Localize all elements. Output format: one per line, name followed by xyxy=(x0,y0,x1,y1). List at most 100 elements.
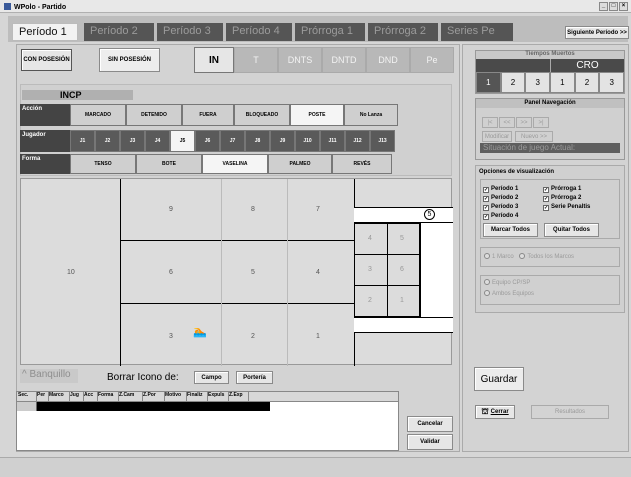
player-j13[interactable]: J13 xyxy=(370,130,395,152)
chk-serie-penaltis[interactable]: ✓ Serie Penaltis xyxy=(543,204,590,211)
accion-poste[interactable]: POSTE xyxy=(290,104,344,126)
chk-periodo-3[interactable]: ✓ Período 3 xyxy=(483,204,518,211)
player-j7[interactable]: J7 xyxy=(220,130,245,152)
goal-zone-2[interactable]: 2 xyxy=(368,297,372,304)
cerrar-button[interactable]: ⛫ Cerrar xyxy=(475,405,515,419)
con-posesion-button[interactable]: CON POSESIÓN xyxy=(21,49,72,71)
zone-9[interactable]: 9 xyxy=(169,206,173,213)
accion-no-lanza[interactable]: No Lanza xyxy=(344,104,398,126)
mode-in-button[interactable]: IN xyxy=(194,47,234,73)
chk-periodo-1[interactable]: ✓ Período 1 xyxy=(483,186,518,193)
col-sec[interactable]: Sec. xyxy=(17,392,37,401)
mode-dnd-button[interactable]: DND xyxy=(366,47,410,73)
nav-prev-button[interactable]: << xyxy=(499,117,515,128)
banquillo-toggle[interactable]: ^ Banquillo xyxy=(20,369,78,383)
player-j10[interactable]: J10 xyxy=(295,130,320,152)
goal-zone-6[interactable]: 6 xyxy=(400,266,404,273)
col-finaliz[interactable]: Finaliz xyxy=(187,392,208,401)
zone-6[interactable]: 6 xyxy=(169,269,173,276)
events-table[interactable]: Sec. Per Marco Jug Acc Forma Z.Cam Z.Por… xyxy=(16,391,399,451)
col-per[interactable]: Per xyxy=(37,392,49,401)
forma-bote[interactable]: BOTE xyxy=(136,154,202,174)
goal-zone-5[interactable]: 5 xyxy=(400,235,404,242)
col-forma[interactable]: Forma xyxy=(98,392,119,401)
radio-equipo[interactable]: Equipo CP/SP xyxy=(492,280,530,286)
tab-period-2[interactable]: Período 2 xyxy=(84,23,154,41)
zone-5[interactable]: 5 xyxy=(251,269,255,276)
goal-zone-1[interactable]: 1 xyxy=(400,297,404,304)
goal-zone-3[interactable]: 3 xyxy=(368,266,372,273)
quitar-todos-button[interactable]: Quitar Todos xyxy=(544,223,599,237)
timeout-left-3[interactable]: 3 xyxy=(525,72,551,93)
zone-2[interactable]: 2 xyxy=(251,333,255,340)
zone-4[interactable]: 4 xyxy=(316,269,320,276)
maximize-button[interactable]: □ xyxy=(609,2,618,11)
resultados-button[interactable]: Resultados xyxy=(531,405,609,419)
player-j11[interactable]: J11 xyxy=(320,130,345,152)
mode-dnts-button[interactable]: DNTS xyxy=(278,47,322,73)
modificar-button[interactable]: Modificar xyxy=(482,131,512,142)
col-zpor[interactable]: Z.Por xyxy=(143,392,165,401)
tab-period-4[interactable]: Período 4 xyxy=(226,23,292,41)
nav-next-button[interactable]: >> xyxy=(516,117,532,128)
borrar-campo-button[interactable]: Campo xyxy=(194,371,229,384)
minimize-button[interactable]: _ xyxy=(599,2,608,11)
radio-ambos[interactable]: Ambos Equipos xyxy=(492,291,534,297)
forma-tenso[interactable]: TENSO xyxy=(70,154,136,174)
accion-marcado[interactable]: MARCADO xyxy=(70,104,126,126)
nav-last-button[interactable]: >| xyxy=(533,117,549,128)
borrar-porteria-button[interactable]: Portería xyxy=(236,371,273,384)
marcar-todos-button[interactable]: Marcar Todos xyxy=(483,223,538,237)
radio-todos-marcos[interactable]: Todos los Marcos xyxy=(527,254,574,260)
tab-overtime-1[interactable]: Prórroga 1 xyxy=(295,23,365,41)
accion-bloqueado[interactable]: BLOQUEADO xyxy=(234,104,290,126)
tab-period-3[interactable]: Período 3 xyxy=(157,23,223,41)
col-zcam[interactable]: Z.Cam xyxy=(119,392,143,401)
chk-periodo-2[interactable]: ✓ Período 2 xyxy=(483,195,518,202)
timeout-right-1[interactable]: 1 xyxy=(550,72,575,93)
player-j2[interactable]: J2 xyxy=(95,130,120,152)
table-row[interactable] xyxy=(17,402,270,411)
zone-10[interactable]: 10 xyxy=(67,269,75,276)
ball-marker[interactable]: 5 xyxy=(424,209,435,220)
guardar-button[interactable]: Guardar xyxy=(474,367,524,391)
accion-fuera[interactable]: FUERA xyxy=(182,104,234,126)
col-acc[interactable]: Acc xyxy=(84,392,98,401)
radio-1-marco[interactable]: 1 Marco xyxy=(492,254,514,260)
zone-3[interactable]: 3 xyxy=(169,333,173,340)
col-motivo[interactable]: Motivo xyxy=(165,392,187,401)
player-j12[interactable]: J12 xyxy=(345,130,370,152)
validar-button[interactable]: Validar xyxy=(407,434,453,450)
mode-t-button[interactable]: T xyxy=(234,47,278,73)
forma-vaselina[interactable]: VASELINA xyxy=(202,154,268,174)
col-expuls[interactable]: Expuls xyxy=(208,392,229,401)
goal-zone-4[interactable]: 4 xyxy=(368,235,372,242)
forma-palmeo[interactable]: PALMEO xyxy=(268,154,332,174)
chk-periodo-4[interactable]: ✓ Período 4 xyxy=(483,213,518,220)
col-jug[interactable]: Jug xyxy=(70,392,84,401)
col-marco[interactable]: Marco xyxy=(49,392,70,401)
timeout-left-1[interactable]: 1 xyxy=(476,72,501,93)
timeout-left-2[interactable]: 2 xyxy=(500,72,526,93)
zone-7[interactable]: 7 xyxy=(316,206,320,213)
zone-8[interactable]: 8 xyxy=(251,206,255,213)
nuevo-button[interactable]: Nuevo >> xyxy=(515,131,553,142)
player-j4[interactable]: J4 xyxy=(145,130,170,152)
col-zexp[interactable]: Z.Exp xyxy=(229,392,249,401)
nav-first-button[interactable]: |< xyxy=(482,117,498,128)
mode-dntd-button[interactable]: DNTD xyxy=(322,47,366,73)
player-j5[interactable]: J5 xyxy=(170,130,195,152)
sin-posesion-button[interactable]: SIN POSESIÓN xyxy=(99,48,160,72)
tab-period-1[interactable]: Período 1 xyxy=(12,23,78,41)
mode-pe-button[interactable]: Pe xyxy=(410,47,454,73)
cancelar-button[interactable]: Cancelar xyxy=(407,416,453,432)
player-j6[interactable]: J6 xyxy=(195,130,220,152)
tab-penalty-series[interactable]: Series Pe xyxy=(441,23,513,41)
player-j1[interactable]: J1 xyxy=(70,130,95,152)
player-j3[interactable]: J3 xyxy=(120,130,145,152)
chk-prorroga-2[interactable]: ✓ Prórroga 2 xyxy=(543,195,581,202)
tab-overtime-2[interactable]: Prórroga 2 xyxy=(368,23,438,41)
next-period-button[interactable]: Siguiente Período >> xyxy=(565,26,629,39)
timeout-right-2[interactable]: 2 xyxy=(574,72,600,93)
accion-detenido[interactable]: DETENIDO xyxy=(126,104,182,126)
